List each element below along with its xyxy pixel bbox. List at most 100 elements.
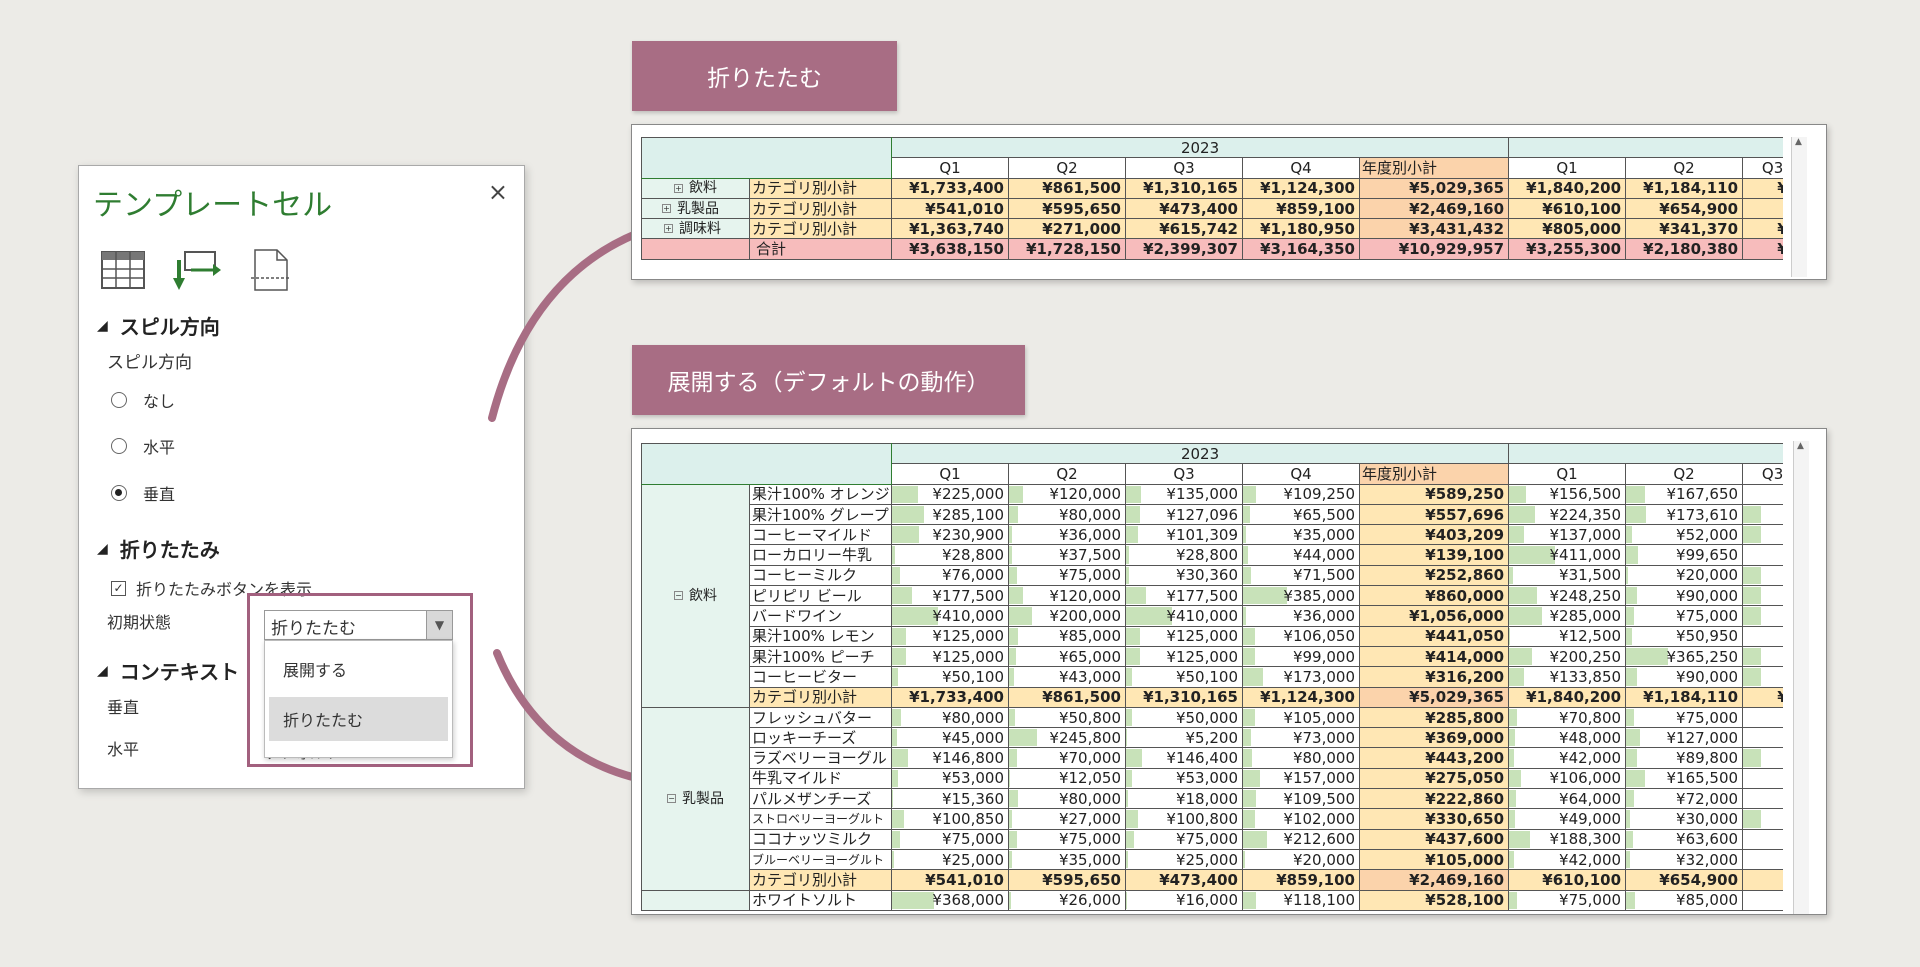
total-value[interactable]: ¥1,728,150 (1008, 238, 1126, 260)
subtotal-label[interactable]: カテゴリ別小計 (749, 197, 892, 220)
value-cell[interactable]: ¥188,300 (1508, 828, 1627, 850)
item-label[interactable]: 牛乳マイルド (749, 767, 892, 790)
subtotal-value[interactable]: ¥1,310,165 (1125, 686, 1243, 708)
value-cell[interactable]: ¥385,000 (1242, 585, 1360, 607)
total-value[interactable]: ¥3,255,300 (1508, 238, 1627, 260)
value-cell[interactable]: ¥ (1742, 645, 1783, 668)
collapse-toggle-icon[interactable]: − (674, 591, 683, 601)
value-cell[interactable]: ¥212,600 (1242, 828, 1360, 850)
value-cell[interactable]: ¥85,000 (1625, 889, 1744, 911)
value-cell[interactable]: ¥173,000 (1242, 666, 1360, 688)
value-cell[interactable]: ¥90,000 (1625, 666, 1744, 688)
total-label[interactable]: 合計 (749, 238, 892, 260)
corner-cell[interactable] (641, 137, 892, 179)
value-cell[interactable]: ¥80,000 (1008, 503, 1126, 526)
value-cell[interactable]: ¥50,100 (1125, 666, 1243, 688)
initial-state-select[interactable]: 折りたたむ ▼ (264, 610, 453, 640)
value-cell[interactable]: ¥ (1742, 666, 1783, 688)
yearly-value[interactable]: ¥139,100 (1358, 544, 1510, 566)
value-cell[interactable]: ¥106,050 (1242, 625, 1360, 647)
value-cell[interactable]: ¥72,000 (1625, 788, 1744, 810)
value-cell[interactable]: ¥75,000 (1625, 706, 1744, 729)
value-cell[interactable]: ¥50,800 (1008, 706, 1126, 729)
total-value[interactable]: ¥2,180,380 (1625, 238, 1744, 260)
subtotal-value[interactable]: ¥3,431,432 (1358, 218, 1510, 240)
total-value[interactable]: ¥4 (1742, 238, 1783, 260)
yearly-value[interactable]: ¥105,000 (1358, 848, 1510, 871)
value-cell[interactable]: ¥32,000 (1625, 848, 1744, 871)
value-cell[interactable]: ¥52,000 (1625, 524, 1744, 546)
value-cell[interactable]: ¥35,000 (1242, 524, 1360, 546)
chevron-down-icon[interactable]: ▼ (426, 611, 452, 639)
value-cell[interactable]: ¥120,000 (1008, 483, 1126, 505)
yearly-value[interactable]: ¥285,800 (1358, 706, 1510, 729)
year-header[interactable]: 2023 (890, 443, 1510, 465)
value-cell[interactable]: ¥26,000 (1008, 889, 1126, 911)
year-header[interactable]: 2023 (890, 137, 1510, 159)
value-cell[interactable]: ¥75,000 (1508, 889, 1627, 911)
value-cell[interactable]: ¥73,000 (1242, 727, 1360, 749)
subtotal-value[interactable]: ¥610,100 (1508, 869, 1627, 891)
yearly-value[interactable]: ¥860,000 (1358, 585, 1510, 607)
subtotal-value[interactable]: ¥1,363,740 (891, 218, 1009, 240)
value-cell[interactable]: ¥80,000 (891, 706, 1009, 729)
group-cell[interactable]: + 乳製品 (641, 197, 750, 220)
group-cell[interactable]: + 調味料 (641, 218, 750, 240)
item-label[interactable]: コーヒーマイルド (749, 524, 892, 546)
value-cell[interactable]: ¥12,050 (1008, 767, 1126, 790)
value-cell[interactable]: ¥75,000 (891, 828, 1009, 850)
value-cell[interactable] (1742, 788, 1783, 810)
expand-toggle-icon[interactable]: + (674, 183, 683, 193)
subtotal-value[interactable]: ¥595,650 (1008, 197, 1126, 220)
item-label[interactable]: ピリピリ ビール (749, 585, 892, 607)
value-cell[interactable]: ¥65,500 (1242, 503, 1360, 526)
quarter-header[interactable]: Q3 (1125, 463, 1243, 485)
value-cell[interactable] (1742, 727, 1783, 749)
value-cell[interactable]: ¥80,000 (1008, 788, 1126, 810)
value-cell[interactable]: ¥125,000 (1125, 645, 1243, 668)
value-cell[interactable]: ¥37,500 (1008, 544, 1126, 566)
yearly-value[interactable]: ¥441,050 (1358, 625, 1510, 647)
value-cell[interactable]: ¥50,950 (1625, 625, 1744, 647)
value-cell[interactable]: ¥30,000 (1625, 808, 1744, 830)
subtotal-value[interactable]: ¥473,400 (1125, 197, 1243, 220)
corner-cell[interactable] (641, 443, 892, 485)
value-cell[interactable]: ¥76,000 (891, 564, 1009, 587)
item-label[interactable]: コーヒービター (749, 666, 892, 688)
value-cell[interactable]: ¥75,000 (1008, 828, 1126, 850)
yearly-subtotal-header[interactable]: 年度別小計 (1358, 463, 1510, 485)
value-cell[interactable]: ¥137,000 (1508, 524, 1627, 546)
item-label[interactable]: フレッシュバター (749, 706, 892, 729)
subtotal-value[interactable]: ¥1,310,165 (1125, 177, 1243, 199)
item-label[interactable]: ココナッツミルク (749, 828, 892, 850)
value-cell[interactable]: ¥ (1742, 808, 1783, 830)
yearly-value[interactable]: ¥252,860 (1358, 564, 1510, 587)
subtotal-value[interactable]: ¥1,733,400 (891, 686, 1009, 708)
value-cell[interactable]: ¥99,650 (1625, 544, 1744, 566)
value-cell[interactable]: ¥27,000 (1008, 808, 1126, 830)
value-cell[interactable]: ¥50,000 (1125, 706, 1243, 729)
subtotal-value[interactable]: ¥595,650 (1008, 869, 1126, 891)
quarter-header[interactable]: Q3 (1742, 463, 1783, 485)
value-cell[interactable] (1742, 706, 1783, 729)
value-cell[interactable]: ¥65,000 (1008, 645, 1126, 668)
value-cell[interactable]: ¥101,309 (1125, 524, 1243, 546)
value-cell[interactable]: ¥45,000 (891, 727, 1009, 749)
subtotal-value[interactable]: ¥610,100 (1508, 197, 1627, 220)
subtotal-label[interactable]: カテゴリ別小計 (749, 686, 892, 708)
group-cell[interactable]: + 飲料 (641, 177, 750, 199)
subtotal-value[interactable]: ¥859,100 (1242, 869, 1360, 891)
subtotal-value[interactable]: ¥271,000 (1008, 218, 1126, 240)
value-cell[interactable] (1742, 828, 1783, 850)
value-cell[interactable]: ¥109,500 (1242, 788, 1360, 810)
item-label[interactable]: 果汁100% ピーチ (749, 645, 892, 668)
value-cell[interactable]: ¥99,000 (1242, 645, 1360, 668)
value-cell[interactable]: ¥48,000 (1508, 727, 1627, 749)
yearly-value[interactable]: ¥222,860 (1358, 788, 1510, 810)
quarter-header[interactable]: Q3 (1742, 157, 1783, 179)
yearly-value[interactable]: ¥557,696 (1358, 503, 1510, 526)
quarter-header[interactable]: Q2 (1008, 463, 1126, 485)
value-cell[interactable]: ¥285,100 (891, 503, 1009, 526)
value-cell[interactable]: ¥410,000 (1125, 605, 1243, 627)
subtotal-value[interactable]: ¥1,124,300 (1242, 686, 1360, 708)
